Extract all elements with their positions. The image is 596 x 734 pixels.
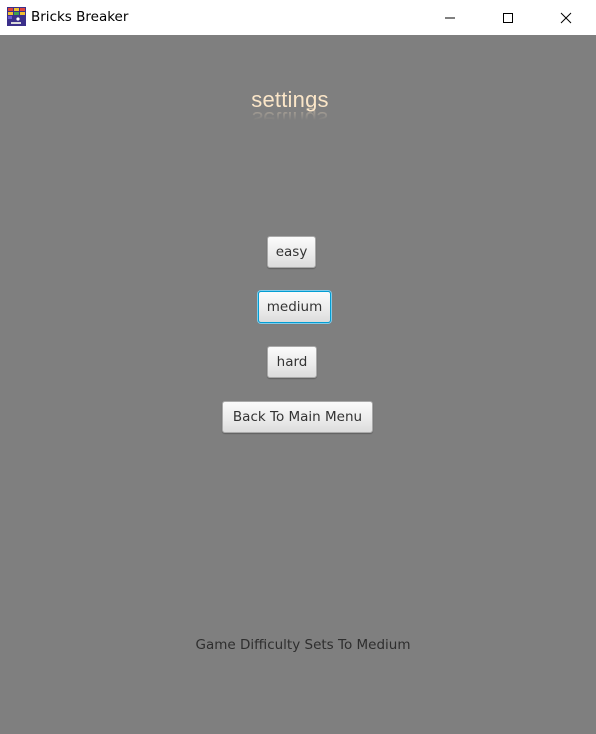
settings-heading-reflection: settings [0, 106, 580, 120]
close-button[interactable] [543, 0, 589, 35]
title-bar[interactable]: Bricks Breaker [0, 0, 596, 35]
settings-heading-group: settings settings [0, 87, 580, 120]
back-to-main-menu-button[interactable]: Back To Main Menu [222, 401, 373, 433]
minimize-button[interactable] [427, 0, 473, 35]
app-window: Bricks Breaker settings settings easy me… [0, 0, 596, 734]
maximize-icon [502, 12, 514, 24]
window-title: Bricks Breaker [31, 9, 129, 25]
close-icon [560, 12, 572, 24]
difficulty-status-message: Game Difficulty Sets To Medium [195, 637, 411, 653]
maximize-button[interactable] [485, 0, 531, 35]
minimize-icon [444, 12, 456, 24]
medium-button[interactable]: medium [258, 291, 331, 323]
hard-button[interactable]: hard [267, 346, 317, 378]
easy-button[interactable]: easy [267, 236, 316, 268]
settings-panel: settings settings easy medium hard Back … [0, 35, 596, 734]
settings-heading-reflection-text: settings [252, 107, 328, 120]
bricks-breaker-app-icon [7, 7, 26, 26]
